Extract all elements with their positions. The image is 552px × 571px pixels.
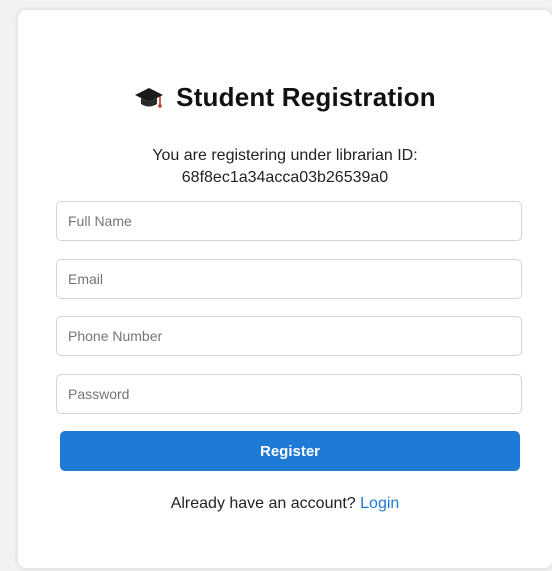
page-header: Student Registration — [18, 82, 552, 113]
librarian-info-label: You are registering under librarian ID: — [152, 147, 418, 164]
phone-number-input[interactable] — [56, 316, 522, 356]
registration-card: Student Registration You are registering… — [18, 10, 552, 568]
password-input[interactable] — [56, 374, 522, 414]
graduation-cap-icon — [135, 87, 164, 108]
librarian-info: You are registering under librarian ID: … — [18, 145, 552, 189]
register-button[interactable]: Register — [60, 431, 520, 471]
login-link[interactable]: Login — [360, 495, 399, 512]
login-prompt-row: Already have an account? Login — [18, 495, 552, 513]
librarian-id: 68f8ec1a34acca03b26539a0 — [181, 169, 389, 186]
login-prompt-text: Already have an account? — [170, 495, 356, 512]
email-input[interactable] — [56, 259, 522, 299]
page-title: Student Registration — [176, 82, 436, 112]
full-name-input[interactable] — [56, 201, 522, 241]
